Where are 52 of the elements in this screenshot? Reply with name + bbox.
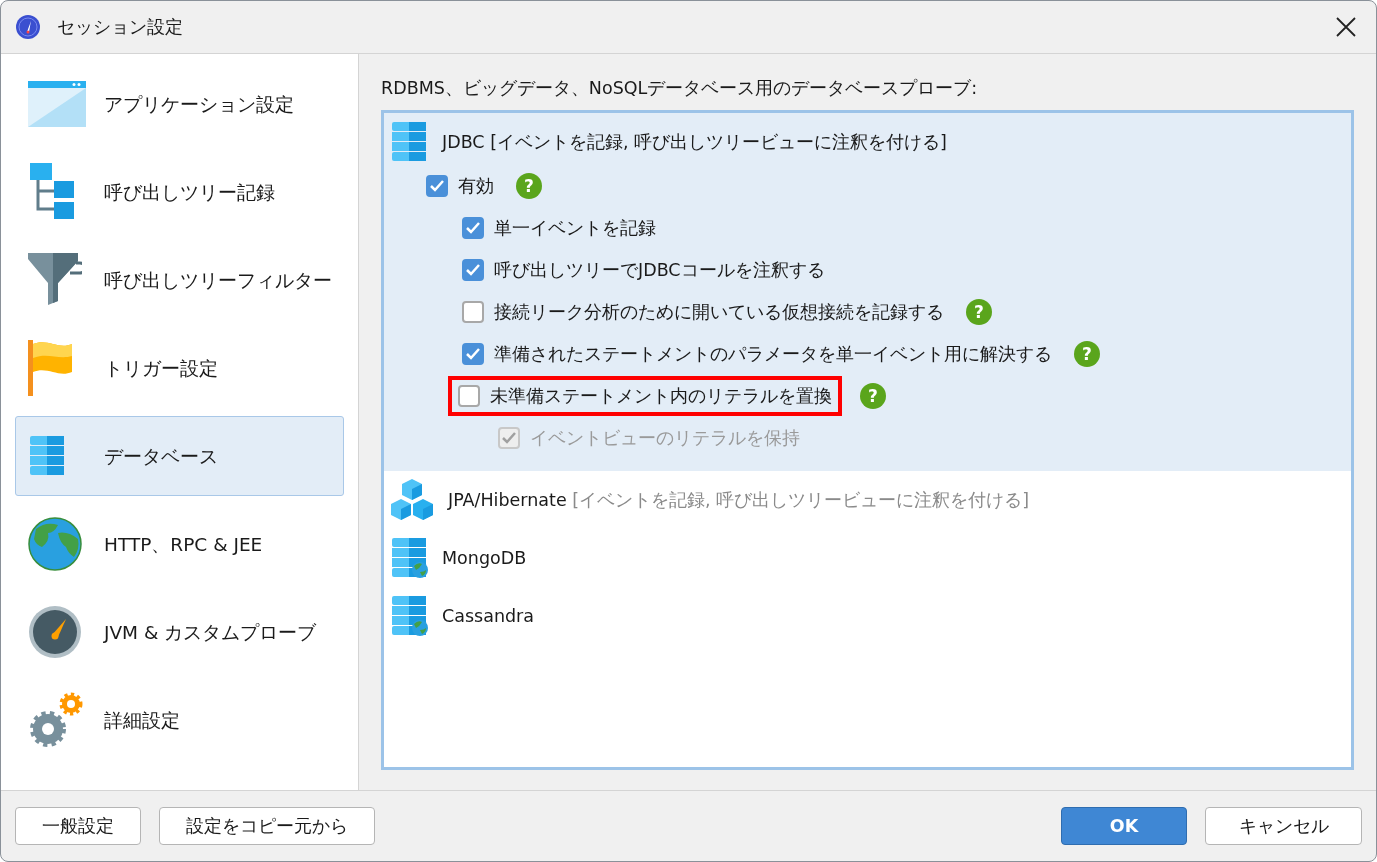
cubes-icon [390, 479, 434, 521]
checkmark-icon [466, 348, 480, 360]
footer-button[interactable]: 一般設定 [15, 807, 141, 845]
app-logo-icon [15, 14, 41, 40]
checkmark-icon [502, 432, 516, 444]
option-label: 未準備ステートメント内のリテラルを置換 [490, 385, 832, 408]
probe-name: JPA/Hibernate [イベントを記録, 呼び出しツリービューに注釈を付ける] [448, 489, 1030, 512]
sidebar-item[interactable]: 呼び出しツリー記録 [15, 152, 344, 232]
funnel-icon [28, 253, 82, 307]
checkbox[interactable] [426, 175, 448, 197]
tree-icon [28, 163, 76, 221]
checkmark-icon [466, 264, 480, 276]
checkmark-icon [466, 222, 480, 234]
sidebar-item[interactable]: HTTP、RPC & JEE [15, 504, 344, 584]
checkbox[interactable] [462, 259, 484, 281]
probe-name: JDBC [イベントを記録, 呼び出しツリービューに注釈を付ける] [442, 131, 947, 154]
globe-icon [28, 517, 82, 571]
ok-button[interactable]: OK [1061, 807, 1187, 845]
sidebar-item[interactable]: トリガー設定 [15, 328, 344, 408]
checkbox[interactable] [462, 301, 484, 323]
sidebar-item[interactable]: JVM & カスタムプローブ [15, 592, 344, 672]
sidebar-item[interactable]: アプリケーション設定 [15, 64, 344, 144]
footer-button[interactable]: 設定をコピー元から [159, 807, 375, 845]
checkmark-icon [430, 180, 444, 192]
option-label: 有効 [458, 175, 494, 198]
flag-icon [28, 340, 74, 396]
probe-name: MongoDB [442, 548, 527, 568]
database-globe-icon [390, 536, 428, 580]
option-label: 呼び出しツリーでJDBCコールを注釈する [494, 259, 825, 282]
sidebar-item[interactable]: データベース [15, 416, 344, 496]
gauge-icon [28, 605, 82, 659]
close-button[interactable] [1334, 15, 1358, 39]
window-title: セッション設定 [57, 15, 183, 39]
database-icon [390, 120, 428, 164]
sidebar-item[interactable]: 呼び出しツリーフィルター [15, 240, 344, 320]
option-label: 単一イベントを記録 [494, 217, 656, 240]
probe-row[interactable]: MongoDB [384, 529, 1351, 587]
section-label: RDBMS、ビッグデータ、NoSQLデータベース用のデータベースプローブ: [381, 77, 979, 100]
window-icon [28, 81, 86, 127]
sidebar-item[interactable]: 詳細設定 [15, 680, 344, 760]
option-label: イベントビューのリテラルを保持 [530, 427, 800, 450]
checkbox[interactable] [462, 343, 484, 365]
probe-row[interactable]: Cassandra [384, 587, 1351, 645]
probe-row[interactable]: JPA/Hibernate [イベントを記録, 呼び出しツリービューに注釈を付ける] [384, 471, 1351, 529]
checkbox[interactable] [458, 385, 480, 407]
option-label: 接続リーク分析のために開いている仮想接続を記録する [494, 301, 944, 324]
probe-name: Cassandra [442, 606, 535, 626]
checkbox[interactable] [462, 217, 484, 239]
database-globe-icon [390, 594, 428, 638]
option-label: 準備されたステートメントのパラメータを単一イベント用に解決する [494, 343, 1052, 366]
database-icon [28, 434, 66, 478]
cancel-button[interactable]: キャンセル [1205, 807, 1362, 845]
